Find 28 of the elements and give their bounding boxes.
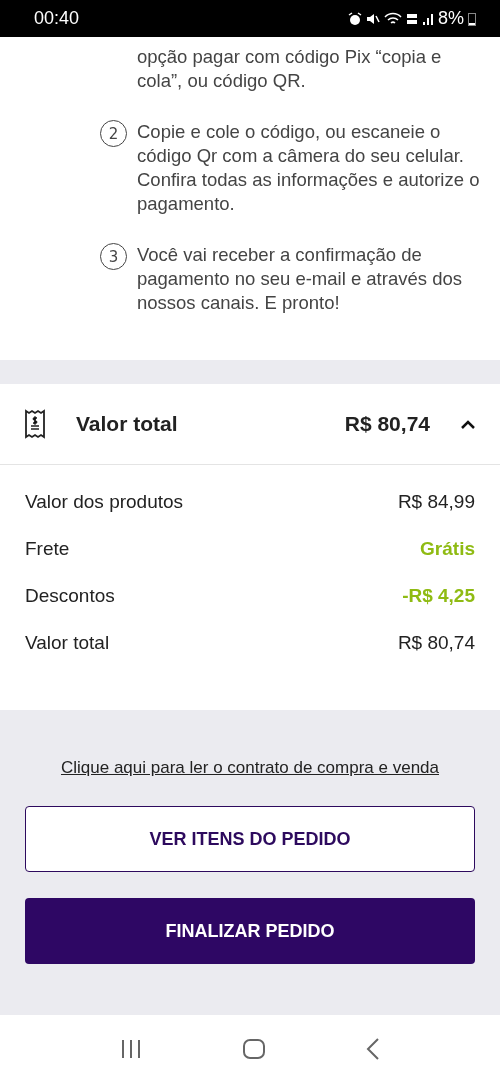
step-text: Você vai receber a confirmação de pagamento no seu e-mail e através dos nossos canais. E pronto! [137,243,463,315]
step-text: Copie e cole o código, ou escaneie o código Qr com a câmera do seu celular. Confira todas as informações e autorize o pagamento. [137,120,481,216]
mute-icon [366,11,380,26]
summary-total: R$ 80,74 [344,412,430,436]
row-value: R$ 84,99 [397,491,475,513]
recent-apps-icon[interactable] [120,1039,142,1059]
receipt-icon [24,409,46,439]
wifi-icon [384,11,402,26]
step-text: opção pagar com código Pix “copia e cola”, ou código QR. [137,45,443,93]
finish-order-button[interactable]: FINALIZAR PEDIDO [25,898,475,964]
chevron-icon[interactable] [460,419,476,429]
contract-link[interactable]: Clique aqui para ler o contrato de compra e venda [61,758,439,778]
view-items-button[interactable]: VER ITENS DO PEDIDO [25,806,475,872]
row-label: Valor dos produtos [25,491,184,513]
back-icon[interactable] [366,1038,380,1060]
signal-icon [422,11,434,26]
home-icon[interactable] [242,1038,266,1060]
summary-title: Valor total [76,412,179,436]
row-value: Grátis [420,538,475,560]
row-value: -R$ 4,25 [402,585,475,607]
row-label: Frete [25,538,70,560]
alarm-icon [348,11,362,26]
row-label: Valor total [25,632,110,654]
row-label: Descontos [25,585,115,607]
row-value: R$ 80,74 [397,632,475,654]
clock: 00:40 [34,8,80,29]
battery-icon [468,11,476,26]
battery-percent: 8% [438,8,464,29]
